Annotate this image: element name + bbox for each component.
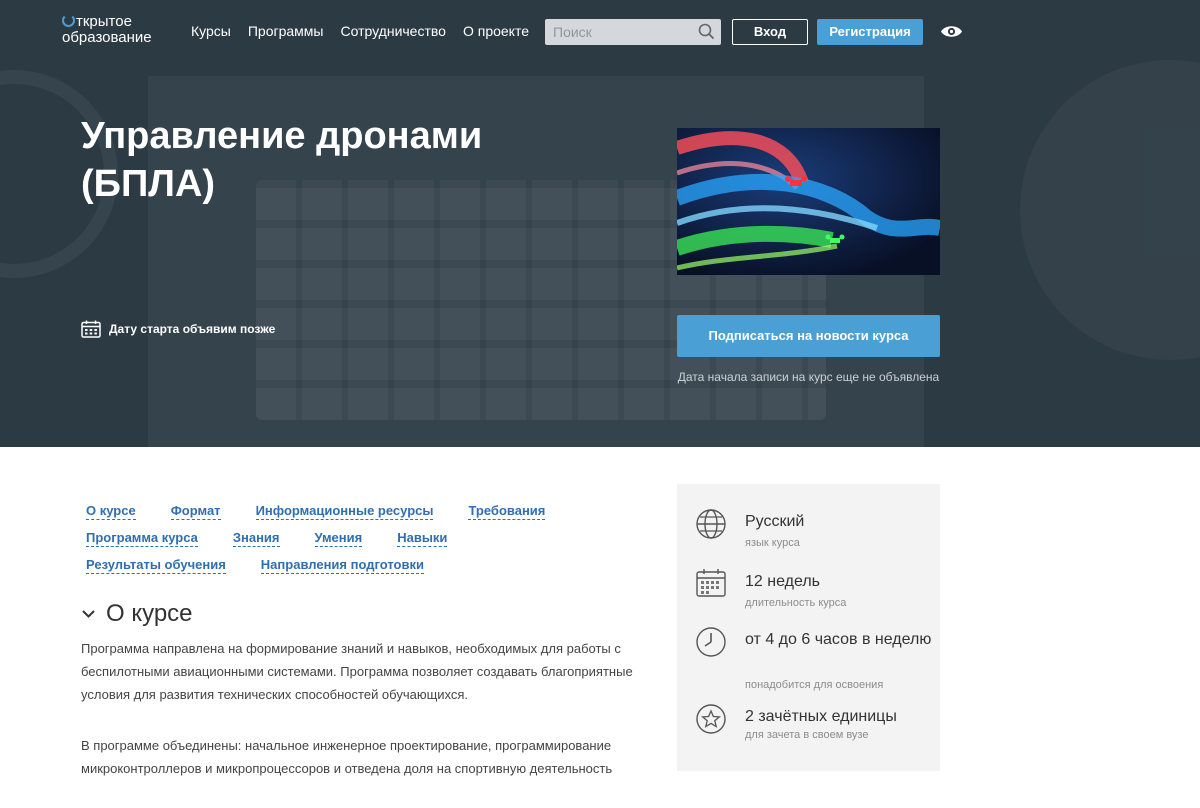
course-cover-image	[677, 128, 940, 275]
anchor-requirements[interactable]: Требования	[468, 503, 546, 520]
globe-icon	[696, 509, 726, 539]
language-label: язык курса	[745, 537, 800, 549]
course-title: Управление дронами (БПЛА)	[81, 115, 483, 205]
about-section-toggle[interactable]: О курсе	[81, 600, 193, 628]
clock-icon	[696, 627, 726, 657]
logo-ring-icon	[62, 14, 75, 27]
about-paragraph: Программа направлена на формирование зна…	[81, 641, 633, 702]
site-logo[interactable]: ткрытое образование	[62, 14, 152, 46]
search-input[interactable]	[545, 19, 693, 45]
duration-label: длительность курса	[745, 597, 847, 609]
eye-icon[interactable]	[940, 24, 963, 39]
credits-label: для зачета в своем вузе	[745, 729, 869, 741]
calendar-icon	[696, 569, 726, 597]
login-button[interactable]: Вход	[732, 19, 808, 45]
start-date: Дату старта объявим позже	[81, 320, 275, 338]
enroll-note: Дата начала записи на курс еще не объявл…	[677, 370, 940, 384]
calendar-icon	[81, 320, 101, 338]
about-paragraph: В программе объединены: начальное инжене…	[81, 738, 613, 776]
about-text: Программа направлена на формирование зна…	[81, 637, 651, 808]
search-icon[interactable]	[698, 23, 715, 40]
anchor-row: Программа курса Знания Умения Навыки	[86, 530, 606, 547]
hero-decoration	[1020, 60, 1200, 360]
anchor-results[interactable]: Результаты обучения	[86, 557, 226, 574]
start-date-text: Дату старта объявим позже	[109, 322, 276, 336]
about-heading: О курсе	[106, 600, 193, 627]
search-box	[545, 19, 721, 45]
nav-about-project[interactable]: О проекте	[463, 23, 529, 39]
nav-courses[interactable]: Курсы	[191, 23, 231, 39]
anchor-row: Результаты обучения Направления подготов…	[86, 557, 606, 574]
anchor-abilities[interactable]: Навыки	[397, 530, 448, 547]
anchor-row: О курсе Формат Информационные ресурсы Тр…	[86, 503, 606, 520]
chevron-down-icon	[82, 610, 95, 618]
star-icon	[696, 704, 726, 734]
nav-cooperation[interactable]: Сотрудничество	[341, 23, 446, 39]
language-value: Русский	[745, 513, 805, 530]
main-nav: Курсы Программы Сотрудничество О проекте	[191, 23, 529, 39]
subscribe-button[interactable]: Подписаться на новости курса	[677, 315, 940, 357]
anchor-format[interactable]: Формат	[170, 503, 221, 520]
workload-label: понадобится для освоения	[745, 679, 884, 691]
course-info-panel: Русский язык курса 12 недель длительност…	[677, 484, 940, 771]
anchor-knowledge[interactable]: Знания	[232, 530, 280, 547]
anchor-resources[interactable]: Информационные ресурсы	[255, 503, 434, 520]
anchor-program[interactable]: Программа курса	[86, 530, 198, 547]
credits-value: 2 зачётных единицы	[745, 708, 897, 725]
anchor-directions[interactable]: Направления подготовки	[260, 557, 424, 574]
section-anchors: О курсе Формат Информационные ресурсы Тр…	[86, 503, 606, 584]
workload-value: от 4 до 6 часов в неделю	[745, 631, 932, 648]
duration-value: 12 недель	[745, 573, 820, 590]
anchor-skills[interactable]: Умения	[314, 530, 363, 547]
nav-programs[interactable]: Программы	[248, 23, 324, 39]
register-button[interactable]: Регистрация	[817, 19, 923, 45]
course-hero: ткрытое образование Курсы Программы Сотр…	[0, 0, 1200, 447]
anchor-about[interactable]: О курсе	[86, 503, 136, 520]
